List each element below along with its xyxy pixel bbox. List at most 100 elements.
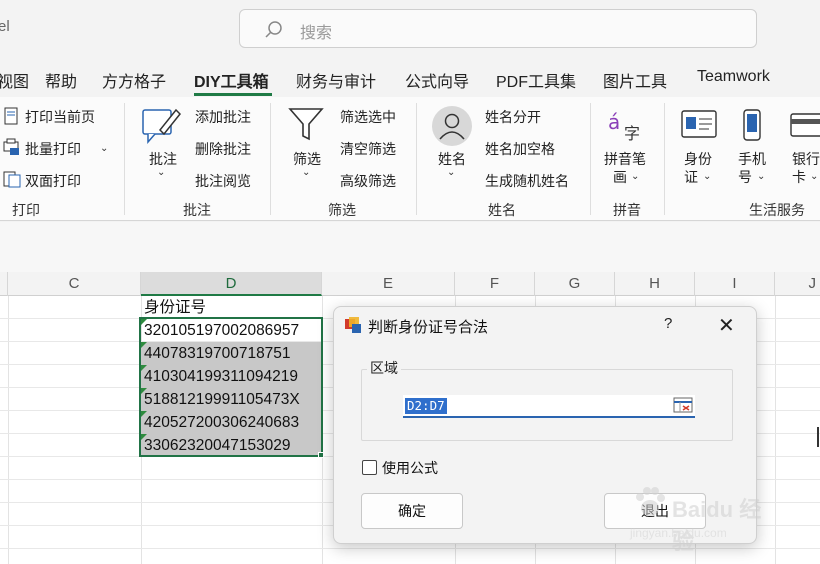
print-page-icon [4, 107, 18, 125]
watermark: Baidu 经验 jingyan.baidu.com [628, 478, 778, 554]
batch-print-button[interactable]: 批量打印 [25, 139, 81, 159]
name-add-space-button[interactable]: 姓名加空格 [485, 139, 555, 159]
baidu-paw-icon [636, 487, 665, 516]
help-button[interactable]: ? [664, 315, 672, 332]
advanced-filter-button[interactable]: 高级筛选 [340, 171, 396, 191]
id-card-button[interactable]: 身份 [684, 149, 712, 169]
search-icon [265, 21, 282, 38]
watermark-brand: Baidu 经验 [672, 497, 762, 554]
ok-button[interactable]: 确定 [361, 493, 463, 529]
column-header-d[interactable]: D [141, 272, 322, 296]
chevron-down-icon[interactable]: ⌄ [447, 167, 455, 178]
column-header-g[interactable]: G [535, 272, 615, 296]
id-card-button-line2[interactable]: 证 [684, 167, 698, 187]
filter-icon [288, 108, 324, 141]
bank-card-icon [790, 113, 820, 137]
column-header-i[interactable]: I [695, 272, 775, 296]
name-button[interactable]: 姓名 [438, 149, 466, 169]
person-icon [432, 106, 472, 146]
chevron-down-icon[interactable]: ⌄ [100, 143, 108, 154]
annotation-icon [142, 108, 182, 144]
print-current-page-button[interactable]: 打印当前页 [25, 107, 95, 127]
chevron-down-icon[interactable]: ⌄ [703, 171, 711, 182]
chevron-down-icon[interactable]: ⌄ [757, 171, 765, 182]
ribbon-separator [270, 103, 271, 215]
dialog-app-icon [345, 317, 361, 333]
range-picker-icon[interactable] [673, 397, 693, 413]
column-header-h[interactable]: H [615, 272, 695, 296]
clear-filter-button[interactable]: 清空筛选 [340, 139, 396, 159]
chevron-down-icon[interactable]: ⌄ [157, 167, 165, 178]
range-input[interactable]: D2:D7 [403, 395, 695, 418]
active-tab-indicator [194, 93, 272, 96]
annotate-group-label: 批注 [183, 202, 211, 218]
add-annotation-button[interactable]: 添加批注 [195, 107, 251, 127]
chevron-down-icon[interactable]: ⌄ [302, 167, 310, 178]
filter-group-label: 筛选 [328, 202, 356, 218]
pinyin-stroke-button-line2[interactable]: 画 [613, 167, 627, 187]
selection-border [139, 317, 323, 457]
tab-finance-audit[interactable]: 财务与审计 [296, 68, 376, 92]
use-formula-label[interactable]: 使用公式 [382, 458, 438, 478]
pinyin-icon: á字 [608, 110, 640, 143]
ribbon-separator [590, 103, 591, 215]
text-cursor [817, 427, 819, 447]
fill-handle[interactable] [318, 452, 324, 458]
mobile-phone-icon [743, 109, 761, 141]
svg-text:字: 字 [624, 124, 640, 143]
tab-diy-toolbox[interactable]: DIY工具箱 [194, 68, 269, 92]
chevron-down-icon[interactable]: ⌄ [631, 171, 639, 182]
app-name: el [0, 18, 10, 35]
column-header-j[interactable]: J [775, 272, 820, 296]
tab-formula-wizard[interactable]: 公式向导 [405, 68, 469, 92]
tab-fangfang[interactable]: 方方格子 [102, 68, 166, 92]
tab-pdf-tools[interactable]: PDF工具集 [496, 68, 576, 92]
formula-bar-area [0, 222, 820, 272]
svg-text:á: á [608, 110, 620, 134]
tab-teamwork[interactable]: Teamwork [697, 68, 770, 86]
pinyin-group-label: 拼音 [613, 202, 641, 218]
gridline [8, 296, 9, 564]
range-value: D2:D7 [405, 398, 447, 414]
ribbon-separator [416, 103, 417, 215]
life-services-group-label: 生活服务 [749, 202, 805, 218]
mobile-number-button-line2[interactable]: 号 [738, 167, 752, 187]
title-bar: el 搜索 [0, 0, 820, 60]
bank-card-button[interactable]: 银行 [792, 149, 820, 169]
search-box[interactable]: 搜索 [239, 9, 757, 48]
bank-card-button-line2[interactable]: 卡 [792, 167, 806, 187]
dialog-title: 判断身份证号合法 [368, 319, 489, 336]
tab-view[interactable]: 视图 [0, 68, 29, 92]
column-header-e[interactable]: E [322, 272, 455, 296]
ribbon-tabs: 视图 帮助 方方格子 DIY工具箱 财务与审计 公式向导 PDF工具集 图片工具… [0, 60, 820, 96]
ribbon: 打印当前页 批量打印 ⌄ 双面打印 打印 批注 ⌄ 添加批注 删除批注 批注阅览… [0, 97, 820, 221]
id-card-icon [681, 110, 717, 138]
watermark-url: jingyan.baidu.com [630, 526, 727, 540]
random-name-button[interactable]: 生成随机姓名 [485, 171, 569, 191]
split-name-button[interactable]: 姓名分开 [485, 107, 541, 127]
tab-help[interactable]: 帮助 [45, 68, 77, 92]
name-group-label: 姓名 [488, 202, 516, 218]
cell-d1[interactable]: 身份证号 [141, 296, 321, 319]
duplex-print-button[interactable]: 双面打印 [25, 171, 81, 191]
duplex-print-icon [3, 171, 21, 188]
tab-image-tools[interactable]: 图片工具 [603, 68, 667, 92]
filter-selected-button[interactable]: 筛选选中 [340, 107, 396, 127]
use-formula-checkbox[interactable] [362, 460, 377, 475]
search-placeholder: 搜索 [300, 25, 333, 42]
column-headers: C D E F G H I J [0, 272, 820, 296]
row-header-corner[interactable] [0, 272, 8, 296]
range-label: 区域 [367, 358, 401, 378]
close-button[interactable]: ✕ [718, 313, 735, 338]
column-header-c[interactable]: C [8, 272, 141, 296]
filter-button[interactable]: 筛选 [293, 149, 321, 169]
annotation-button[interactable]: 批注 [149, 149, 177, 169]
ribbon-separator [124, 103, 125, 215]
print-group-label: 打印 [12, 202, 40, 218]
mobile-number-button[interactable]: 手机 [738, 149, 766, 169]
view-annotation-button[interactable]: 批注阅览 [195, 171, 251, 191]
column-header-f[interactable]: F [455, 272, 535, 296]
chevron-down-icon[interactable]: ⌄ [810, 171, 818, 182]
pinyin-stroke-button[interactable]: 拼音笔 [604, 149, 646, 169]
delete-annotation-button[interactable]: 删除批注 [195, 139, 251, 159]
